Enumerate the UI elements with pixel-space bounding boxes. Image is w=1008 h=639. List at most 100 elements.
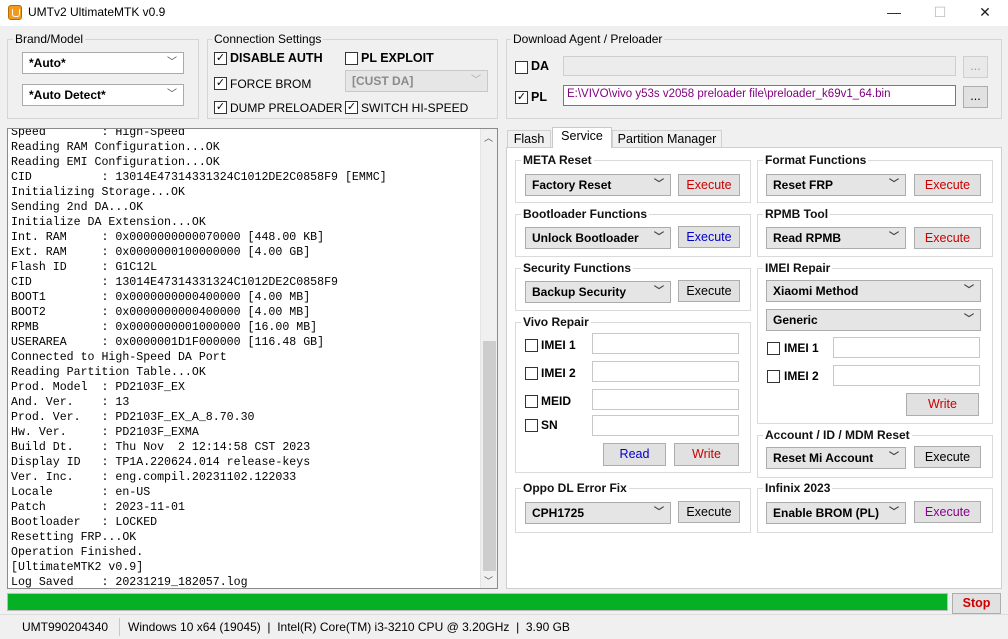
brand-select[interactable]: *Auto* ﹀ (22, 52, 184, 74)
imei-repair-legend: IMEI Repair (763, 261, 833, 275)
log-line: And. Ver. : 13 (11, 396, 130, 409)
rpmb-tool-execute-button[interactable]: Execute (914, 227, 981, 249)
bootloader-functions-value: Unlock Bootloader (532, 231, 639, 245)
cust-da-value: [CUST DA] (352, 74, 414, 88)
vivo-write-button[interactable]: Write (674, 443, 739, 466)
log-line: Initialize DA Extension...OK (11, 216, 206, 229)
log-output[interactable]: Speed : High-Speed Reading RAM Configurat… (7, 128, 498, 589)
infinix-execute-button[interactable]: Execute (914, 501, 981, 523)
vivo-meid-checkbox[interactable] (525, 395, 538, 408)
minimize-button[interactable]: — (871, 0, 917, 26)
force-brom-checkbox[interactable]: ✓ (214, 77, 227, 90)
pl-checkbox[interactable]: ✓ (515, 91, 528, 104)
pl-browse-button[interactable]: ... (963, 86, 988, 108)
imei-repair-imei1-checkbox[interactable] (767, 342, 780, 355)
window-title: UMTv2 UltimateMTK v0.9 (28, 5, 166, 19)
brand-model-legend: Brand/Model (13, 32, 86, 46)
vivo-imei1-checkbox[interactable] (525, 339, 538, 352)
oppo-dl-select[interactable]: CPH1725 ﹀ (525, 502, 671, 524)
security-functions-execute-button[interactable]: Execute (678, 280, 740, 302)
vivo-imei1-field[interactable] (592, 333, 739, 354)
tab-service[interactable]: Service (552, 127, 612, 148)
oppo-dl-legend: Oppo DL Error Fix (521, 481, 629, 495)
model-select[interactable]: *Auto Detect* ﹀ (22, 84, 184, 106)
account-reset-select[interactable]: Reset Mi Account ﹀ (766, 447, 906, 469)
tab-flash[interactable]: Flash (507, 130, 551, 148)
stop-button[interactable]: Stop (952, 593, 1001, 614)
meta-reset-legend: META Reset (521, 153, 594, 167)
imei-repair-imei1-field[interactable] (833, 337, 980, 358)
format-functions-execute-button[interactable]: Execute (914, 174, 981, 196)
vivo-read-button[interactable]: Read (603, 443, 666, 466)
vivo-imei2-label: IMEI 2 (541, 366, 576, 380)
pl-exploit-label: PL EXPLOIT (361, 51, 434, 65)
imei-repair-imei2-checkbox[interactable] (767, 370, 780, 383)
format-functions-legend: Format Functions (763, 153, 869, 167)
vivo-repair-legend: Vivo Repair (521, 315, 591, 329)
chevron-down-icon: ﹀ (889, 507, 899, 518)
imei-repair-method-select[interactable]: Xiaomi Method ﹀ (766, 280, 981, 302)
log-line: Sending 2nd DA...OK (11, 201, 144, 214)
log-line: Patch : 2023-11-01 (11, 501, 185, 514)
log-line: Prod. Model : PD2103F_EX (11, 381, 185, 394)
chevron-down-icon: ﹀ (654, 507, 664, 518)
chevron-down-icon: ﹀ (889, 452, 899, 463)
app-window: UMTv2 UltimateMTK v0.9 — ☐ ✕ Brand/Model… (0, 0, 1008, 639)
infinix-select[interactable]: Enable BROM (PL) ﹀ (766, 502, 906, 524)
pl-path-field[interactable]: E:\VIVO\vivo y53s v2058 preloader file\p… (563, 85, 956, 106)
meta-reset-value: Factory Reset (532, 178, 612, 192)
brand-select-value: *Auto* (29, 56, 66, 70)
title-bar: UMTv2 UltimateMTK v0.9 — ☐ ✕ (0, 0, 1008, 26)
scrollbar-thumb[interactable] (483, 341, 496, 571)
switch-hispeed-label: SWITCH HI-SPEED (361, 101, 469, 115)
da-browse-button[interactable]: ... (963, 56, 988, 78)
log-line: Log Saved : 20231219_182057.log (11, 576, 248, 589)
oppo-dl-execute-button[interactable]: Execute (678, 501, 740, 523)
account-reset-legend: Account / ID / MDM Reset (763, 428, 912, 442)
imei-repair-write-button[interactable]: Write (906, 393, 979, 416)
cust-da-select[interactable]: [CUST DA] ﹀ (345, 70, 488, 92)
switch-hispeed-checkbox[interactable]: ✓ (345, 101, 358, 114)
log-line: USERAREA : 0x0000001D1F000000 [116.48 GB… (11, 336, 325, 349)
imei-repair-type-select[interactable]: Generic ﹀ (766, 309, 981, 331)
log-line: Initializing Storage...OK (11, 186, 185, 199)
disable-auth-checkbox[interactable]: ✓ (214, 52, 227, 65)
maximize-button[interactable]: ☐ (917, 0, 963, 26)
vivo-sn-checkbox[interactable] (525, 419, 538, 432)
rpmb-tool-value: Read RPMB (773, 231, 842, 245)
da-checkbox[interactable] (515, 61, 528, 74)
chevron-down-icon: ﹀ (167, 57, 177, 68)
rpmb-tool-select[interactable]: Read RPMB ﹀ (766, 227, 906, 249)
da-path-field[interactable] (563, 56, 956, 76)
scroll-down-icon[interactable]: ﹀ (484, 574, 493, 587)
log-line: [UltimateMTK2 v0.9] (11, 561, 144, 574)
vivo-sn-field[interactable] (592, 415, 739, 436)
chevron-down-icon: ﹀ (654, 179, 664, 190)
bootloader-functions-legend: Bootloader Functions (521, 207, 649, 221)
dump-preloader-checkbox[interactable]: ✓ (214, 101, 227, 114)
security-functions-select[interactable]: Backup Security ﹀ (525, 281, 671, 303)
progress-fill (8, 594, 947, 610)
close-button[interactable]: ✕ (962, 0, 1008, 26)
meta-reset-select[interactable]: Factory Reset ﹀ (525, 174, 671, 196)
bootloader-functions-execute-button[interactable]: Execute (678, 226, 740, 248)
log-line: Speed : High-Speed (11, 128, 185, 139)
account-reset-execute-button[interactable]: Execute (914, 446, 981, 468)
pl-exploit-checkbox[interactable] (345, 52, 358, 65)
log-line: Bootloader : LOCKED (11, 516, 158, 529)
log-scrollbar[interactable]: ︿ ﹀ (480, 129, 497, 588)
log-line: Flash ID : G1C12L (11, 261, 158, 274)
imei-repair-imei2-field[interactable] (833, 365, 980, 386)
oppo-dl-value: CPH1725 (532, 506, 585, 520)
infinix-legend: Infinix 2023 (763, 481, 833, 495)
meta-reset-execute-button[interactable]: Execute (678, 174, 740, 196)
tab-partition-manager[interactable]: Partition Manager (612, 130, 722, 148)
scroll-up-icon[interactable]: ︿ (484, 131, 493, 144)
vivo-meid-field[interactable] (592, 389, 739, 410)
format-functions-select[interactable]: Reset FRP ﹀ (766, 174, 906, 196)
vivo-imei2-checkbox[interactable] (525, 367, 538, 380)
bootloader-functions-select[interactable]: Unlock Bootloader ﹀ (525, 227, 671, 249)
vivo-imei2-field[interactable] (592, 361, 739, 382)
status-system-info: Windows 10 x64 (19045) | Intel(R) Core(T… (128, 620, 570, 634)
chevron-down-icon: ﹀ (167, 89, 177, 100)
